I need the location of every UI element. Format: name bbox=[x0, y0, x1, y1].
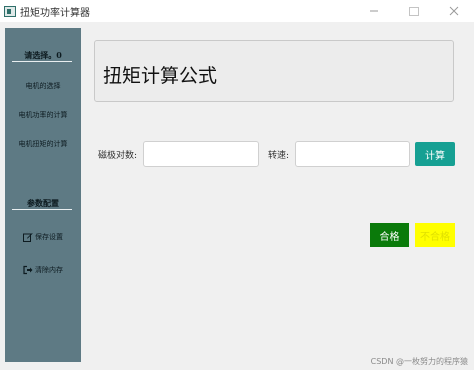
page-title: 扭矩计算公式 bbox=[103, 65, 218, 87]
minimize-icon[interactable] bbox=[354, 0, 394, 22]
pole-pairs-label: 磁极对数: bbox=[98, 151, 138, 161]
speed-input[interactable] bbox=[295, 141, 410, 167]
sidebar-divider bbox=[12, 61, 72, 62]
window-controls bbox=[354, 0, 474, 22]
formula-panel: 扭矩计算公式 bbox=[94, 40, 454, 102]
pass-button[interactable]: 合格 bbox=[370, 223, 409, 247]
close-icon[interactable] bbox=[434, 0, 474, 22]
sidebar-item-motor-torque[interactable]: 电机扭矩的计算 bbox=[5, 139, 81, 149]
clear-memory-label: 清除内存 bbox=[35, 266, 63, 274]
save-settings-label: 保存设置 bbox=[35, 233, 63, 241]
speed-label: 转速: bbox=[268, 151, 290, 161]
app-window-icon bbox=[4, 5, 16, 17]
sidebar-divider bbox=[12, 209, 72, 210]
save-settings-button[interactable]: 保存设置 bbox=[5, 232, 81, 242]
sidebar-section-title-params: 参数配置 bbox=[27, 198, 59, 208]
sidebar-item-motor-power[interactable]: 电机功率的计算 bbox=[5, 110, 81, 120]
sign-out-icon bbox=[23, 265, 33, 275]
sidebar-item-motor-selection[interactable]: 电机的选择 bbox=[5, 81, 81, 91]
sidebar-section-title-select: 请选择。0 bbox=[24, 50, 62, 60]
watermark: CSDN @一枚努力的程序猿 bbox=[370, 357, 468, 366]
title-bar: 扭矩功率计算器 bbox=[0, 0, 474, 22]
window-title: 扭矩功率计算器 bbox=[20, 7, 90, 19]
maximize-icon[interactable] bbox=[394, 0, 434, 22]
sidebar: 请选择。0 电机的选择 电机功率的计算 电机扭矩的计算 参数配置 保存设置 清除… bbox=[5, 28, 81, 362]
pole-pairs-input[interactable] bbox=[143, 141, 259, 167]
edit-icon bbox=[23, 232, 33, 242]
fail-button[interactable]: 不合格 bbox=[415, 223, 455, 247]
calculate-button[interactable]: 计算 bbox=[415, 142, 455, 166]
clear-memory-button[interactable]: 清除内存 bbox=[5, 265, 81, 275]
